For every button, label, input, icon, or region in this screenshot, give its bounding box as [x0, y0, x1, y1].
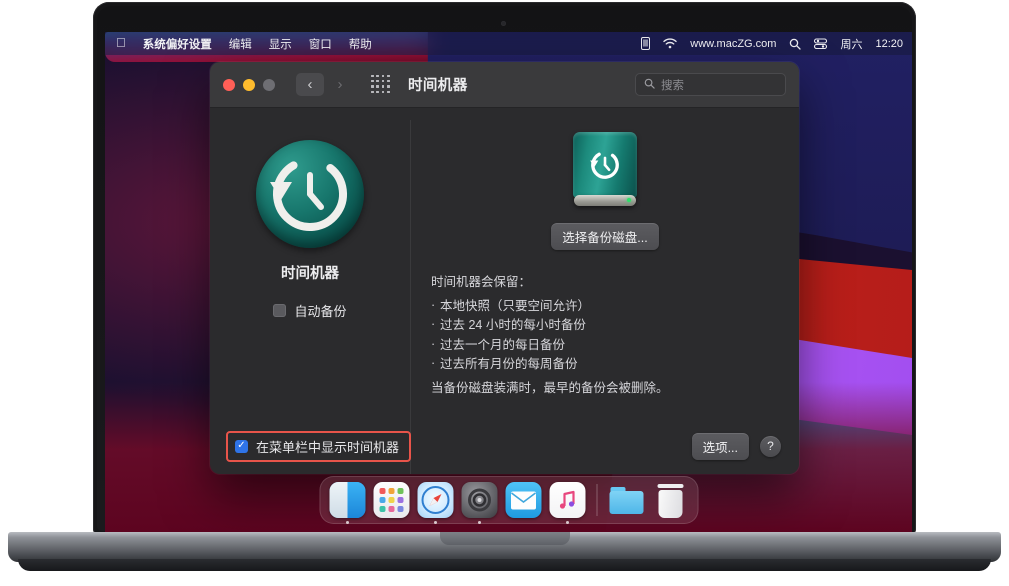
show-in-menubar-checkbox[interactable]: ✓: [235, 439, 248, 453]
finder-icon: [329, 482, 365, 518]
menubar-day[interactable]: 周六: [840, 36, 862, 52]
help-button[interactable]: ?: [760, 435, 781, 457]
forward-button[interactable]: ›: [326, 73, 354, 96]
navigation-buttons[interactable]: ‹ ›: [296, 73, 354, 96]
music-icon: [549, 482, 585, 518]
laptop-mockup:  系统偏好设置 编辑 显示 窗口 帮助 www.macZG.com: [0, 0, 1009, 586]
screen:  系统偏好设置 编辑 显示 窗口 帮助 www.macZG.com: [105, 32, 912, 532]
running-indicator: [477, 521, 481, 524]
list-item: 过去一个月的每日备份: [431, 338, 779, 352]
window-titlebar: ‹ › 时间机器 搜索: [210, 62, 799, 108]
menubar-site-label: www.macZG.com: [690, 37, 777, 50]
dock-item-safari[interactable]: [417, 482, 453, 524]
dock-item-music[interactable]: [549, 482, 585, 524]
auto-backup-checkbox[interactable]: [273, 304, 287, 317]
trash-icon: [652, 482, 688, 518]
search-placeholder: 搜索: [661, 79, 684, 92]
time-machine-icon: [256, 140, 364, 248]
control-center-icon[interactable]: [814, 38, 828, 49]
dock-item-finder[interactable]: [329, 482, 365, 524]
menu-item-window[interactable]: 窗口: [309, 36, 332, 52]
laptop-base-foot: [18, 559, 991, 571]
list-item: 本地快照（只要空间允许）: [431, 299, 779, 313]
laptop-base-notch: [439, 532, 570, 545]
menu-item-view[interactable]: 显示: [269, 36, 292, 52]
menu-item-help[interactable]: 帮助: [349, 36, 372, 52]
running-indicator: [345, 521, 349, 524]
menubar-time[interactable]: 12:20: [875, 38, 903, 50]
minimize-button[interactable]: [243, 78, 255, 91]
window-footer: ✓ 在菜单栏中显示时间机器 选项... ?: [210, 418, 799, 474]
dock-item-trash[interactable]: [652, 482, 688, 518]
disk-status-led: [627, 198, 631, 202]
list-item: 过去所有月份的每周备份: [431, 357, 779, 371]
retention-info: 时间机器会保留： 本地快照（只要空间允许） 过去 24 小时的每小时备份 过去一…: [431, 276, 779, 394]
running-indicator: [433, 521, 437, 524]
dock-separator: [596, 484, 597, 516]
retention-heading: 时间机器会保留：: [431, 275, 532, 289]
dock-item-downloads-folder[interactable]: [608, 482, 644, 518]
app-name-label: 时间机器: [281, 266, 339, 282]
show-all-icon[interactable]: [371, 74, 391, 95]
webcam-icon: [501, 21, 506, 26]
apple-menu-icon[interactable]: : [116, 36, 126, 49]
close-button[interactable]: [223, 78, 235, 91]
zoom-button[interactable]: [263, 78, 275, 91]
dock-item-launchpad[interactable]: [373, 482, 409, 518]
spotlight-search-icon[interactable]: [789, 38, 802, 50]
list-item: 过去 24 小时的每小时备份: [431, 318, 779, 332]
options-button[interactable]: 选项...: [691, 432, 749, 460]
dock[interactable]: [319, 476, 698, 524]
window-body: 时间机器 自动备份 选择备份磁盘... 时间机器会保留： · 本地快照（只要空间…: [210, 108, 799, 474]
system-preferences-icon: [461, 482, 497, 518]
back-button[interactable]: ‹: [296, 73, 324, 96]
menu-bar[interactable]:  系统偏好设置 编辑 显示 窗口 帮助 www.macZG.com: [105, 32, 912, 55]
select-backup-disk-button[interactable]: 选择备份磁盘...: [551, 223, 659, 250]
auto-backup-label: 自动备份: [294, 304, 347, 319]
wifi-icon[interactable]: [663, 38, 677, 49]
traffic-lights[interactable]: [223, 78, 275, 91]
safari-icon: [417, 482, 453, 518]
dock-item-system-preferences[interactable]: [461, 482, 497, 524]
menu-item-system-preferences[interactable]: 系统偏好设置: [143, 36, 212, 52]
launchpad-icon: [373, 482, 409, 518]
time-machine-preferences-window: ‹ › 时间机器 搜索 时间机器 自动备份 选择备份磁盘... 时间机器会保留：…: [210, 62, 799, 474]
dock-item-mail[interactable]: [505, 482, 541, 518]
menu-item-edit[interactable]: 编辑: [229, 36, 252, 52]
folder-icon: [608, 482, 644, 518]
display-icon[interactable]: [641, 37, 651, 50]
backup-disk-section: 选择备份磁盘...: [431, 132, 779, 250]
retention-footer: 当备份磁盘装满时，最早的备份会被删除。: [431, 380, 669, 395]
search-input[interactable]: 搜索: [635, 73, 786, 96]
retention-list: 本地快照（只要空间允许） 过去 24 小时的每小时备份 过去一个月的每日备份 过…: [431, 299, 779, 371]
mail-icon: [505, 482, 541, 518]
running-indicator: [565, 521, 569, 524]
page-title: 时间机器: [408, 78, 468, 94]
backup-disk-icon: [573, 132, 637, 210]
show-in-menubar-label: 在菜单栏中显示时间机器: [256, 439, 400, 455]
auto-backup-checkbox-row[interactable]: 自动备份: [273, 301, 347, 320]
show-in-menubar-highlight[interactable]: ✓ 在菜单栏中显示时间机器: [226, 430, 412, 462]
search-icon: [644, 78, 655, 92]
